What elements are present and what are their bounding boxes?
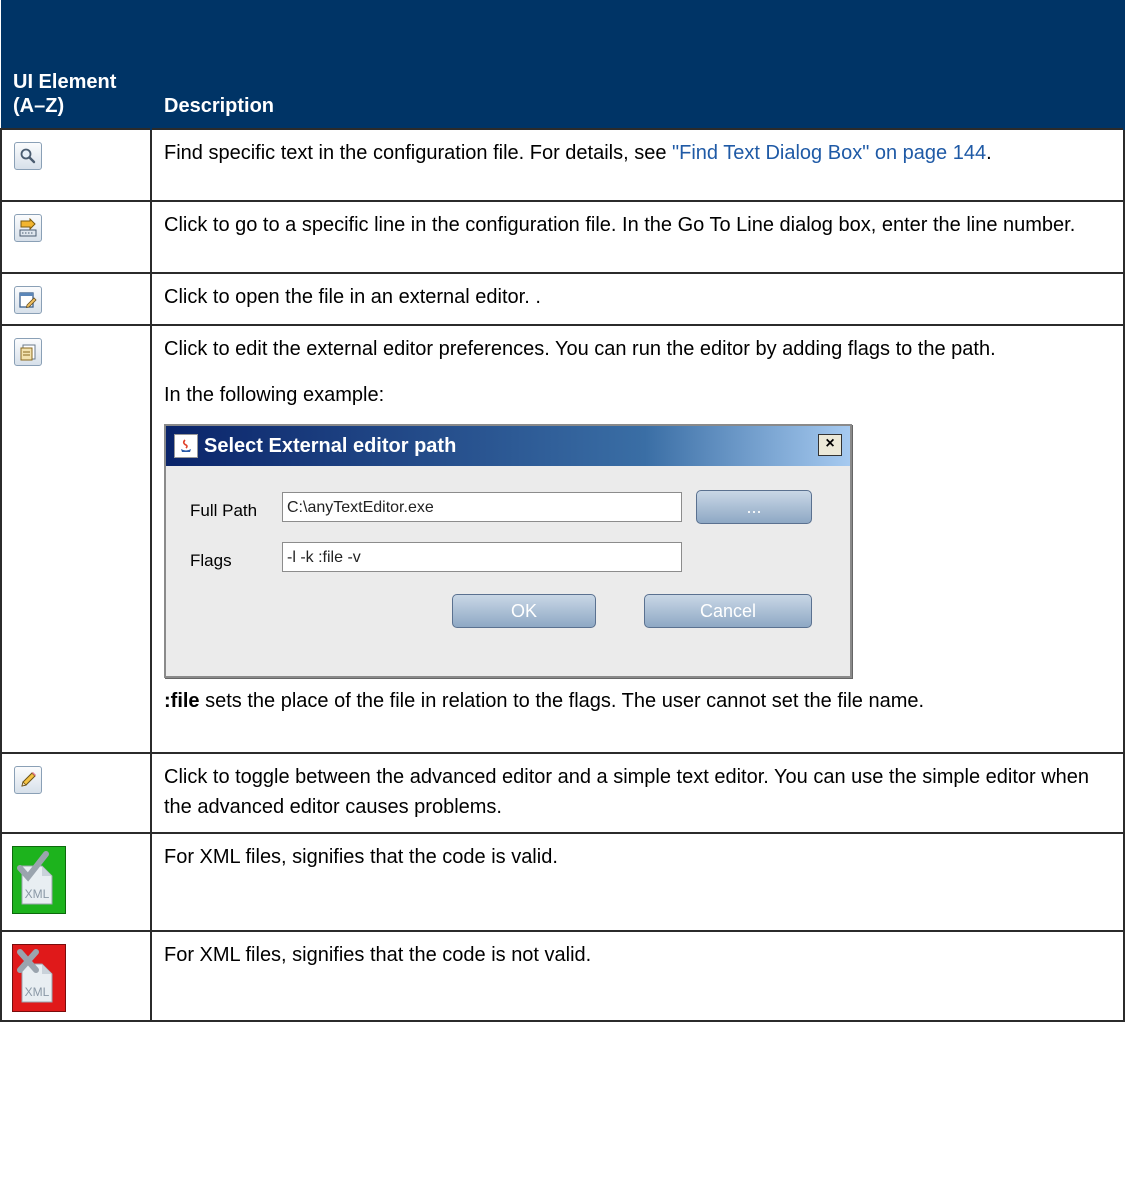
ui-elements-table: UI Element (A–Z) Description Find specif… xyxy=(0,0,1125,1022)
table-row: XML For XML files, signifies that the co… xyxy=(0,930,1125,1022)
column-header-description: Description xyxy=(151,0,1125,129)
xml-valid-label: XML xyxy=(25,887,50,901)
table-row: Click to toggle between the advanced edi… xyxy=(0,752,1125,834)
description-cell: Click to open the file in an external ed… xyxy=(150,272,1125,326)
ok-button[interactable]: OK xyxy=(452,594,596,628)
java-icon xyxy=(174,434,198,458)
icon-cell xyxy=(0,128,152,202)
icon-cell xyxy=(0,200,152,274)
browse-button[interactable]: ... xyxy=(696,490,812,524)
icon-cell: XML xyxy=(0,930,152,1022)
icon-cell xyxy=(0,272,152,326)
description-cell: For XML files, signifies that the code i… xyxy=(150,930,1125,1022)
table-header-row: UI Element (A–Z) Description xyxy=(1,0,1125,129)
flags-label: Flags xyxy=(190,551,232,570)
xml-invalid-label: XML xyxy=(25,985,50,999)
external-editor-icon xyxy=(14,286,42,314)
description-cell: For XML files, signifies that the code i… xyxy=(150,832,1125,932)
xml-invalid-icon: XML xyxy=(12,944,66,1012)
icon-cell xyxy=(0,324,152,754)
table-row: Click to go to a specific line in the co… xyxy=(0,200,1125,274)
file-flag-note: :file sets the place of the file in rela… xyxy=(164,686,1111,716)
external-editor-path-dialog: Select External editor path × Full Path … xyxy=(164,424,852,678)
table-row: Find specific text in the configuration … xyxy=(0,128,1125,202)
description-text: Find specific text in the configuration … xyxy=(164,142,673,164)
icon-cell xyxy=(0,752,152,834)
icon-cell: XML xyxy=(0,832,152,932)
description-text: Click to edit the external editor prefer… xyxy=(164,338,996,360)
description-cell: Click to toggle between the advanced edi… xyxy=(150,752,1125,834)
description-text-end: . xyxy=(986,142,992,164)
xml-valid-icon: XML xyxy=(12,846,66,914)
full-path-field[interactable]: C:\anyTextEditor.exe xyxy=(282,492,682,522)
table-row: XML For XML files, signifies that the co… xyxy=(0,832,1125,932)
pencil-toggle-icon xyxy=(14,766,42,794)
file-flag-note-text: sets the place of the file in relation t… xyxy=(199,690,925,712)
table-row: Click to open the file in an external ed… xyxy=(0,272,1125,326)
find-text-dialog-link[interactable]: "Find Text Dialog Box" on page 144 xyxy=(672,142,986,164)
description-cell: Click to go to a specific line in the co… xyxy=(150,200,1125,274)
table-row: Click to edit the external editor prefer… xyxy=(0,324,1125,754)
description-cell: Find specific text in the configuration … xyxy=(150,128,1125,202)
file-flag-keyword: :file xyxy=(164,690,200,712)
dialog-title-bar: Select External editor path xyxy=(166,426,850,466)
dialog-close-icon[interactable]: × xyxy=(818,434,842,456)
description-cell: Click to edit the external editor prefer… xyxy=(150,324,1125,754)
editor-preferences-icon xyxy=(14,338,42,366)
find-icon xyxy=(14,142,42,170)
dialog-title: Select External editor path xyxy=(204,435,457,457)
flags-field[interactable]: -l -k :file -v xyxy=(282,542,682,572)
example-intro-text: In the following example: xyxy=(164,384,385,406)
cancel-button[interactable]: Cancel xyxy=(644,594,812,628)
column-header-ui-element: UI Element (A–Z) xyxy=(1,0,152,129)
go-to-line-icon xyxy=(14,214,42,242)
full-path-label: Full Path xyxy=(190,501,258,520)
